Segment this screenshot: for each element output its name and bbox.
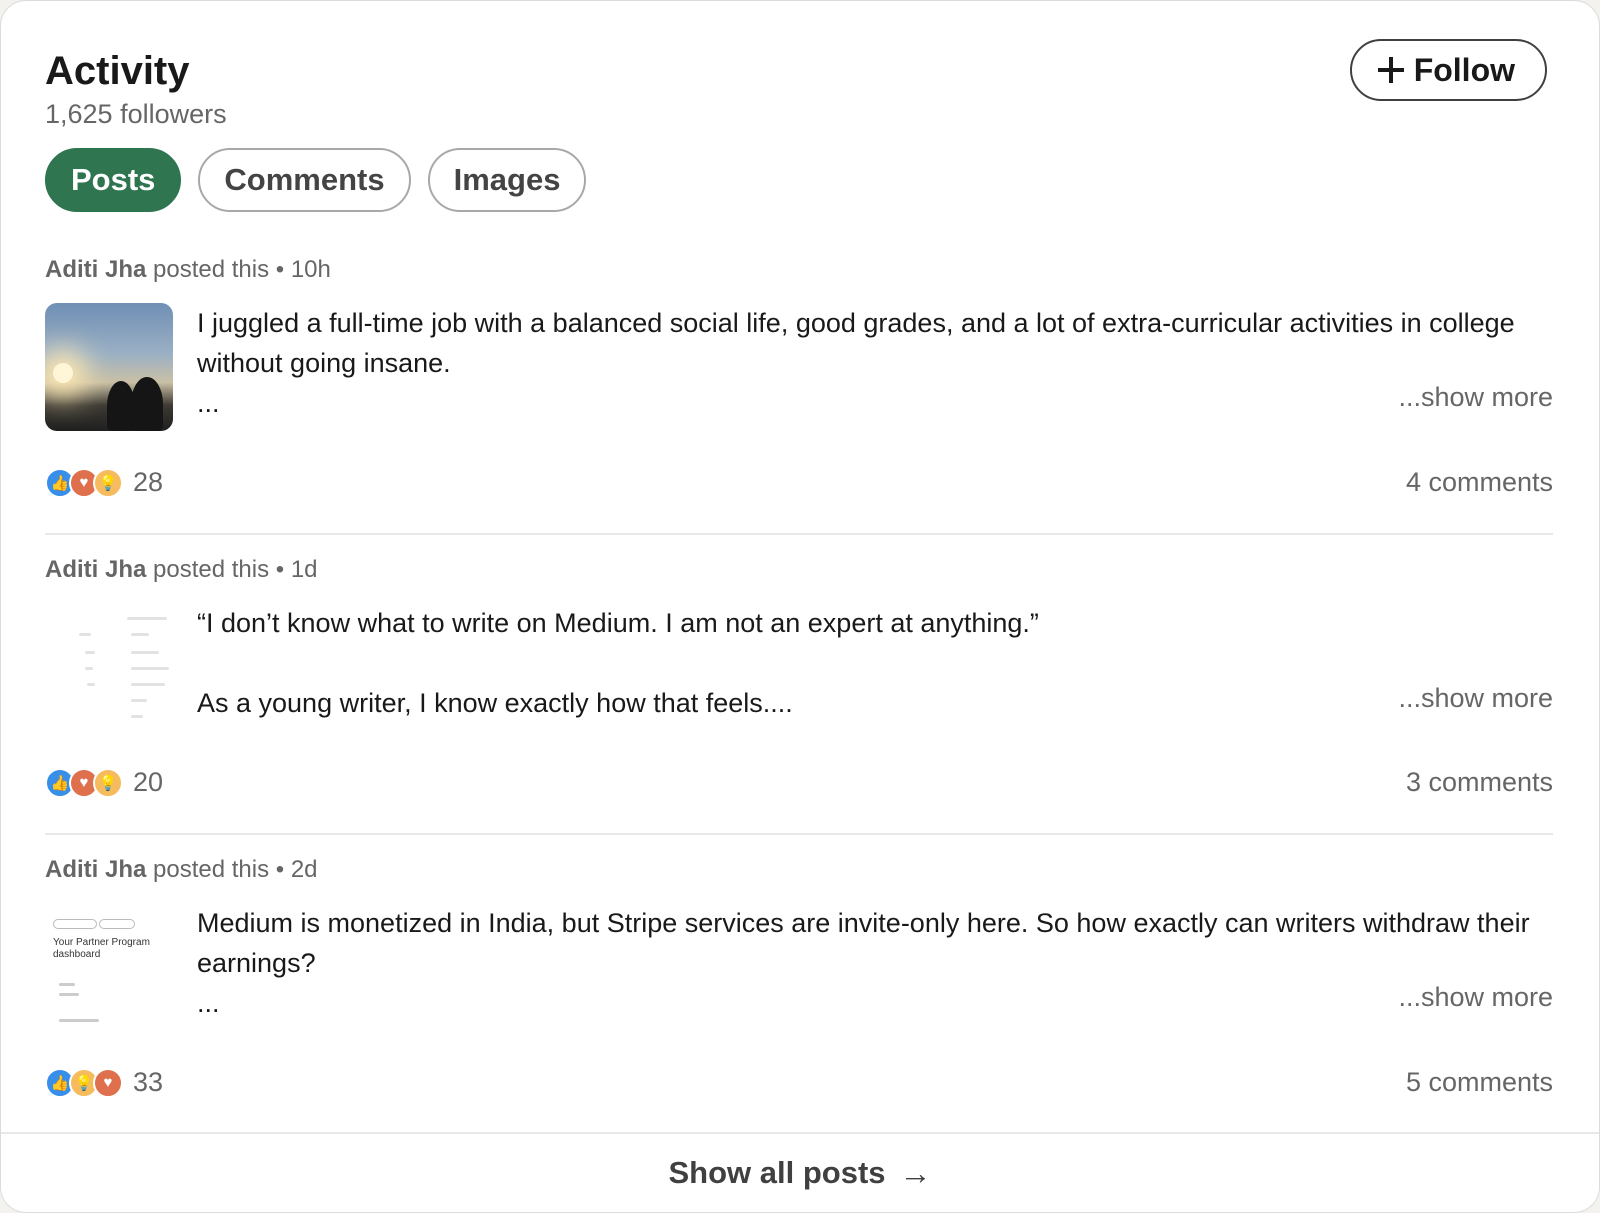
- idea-icon: 💡: [93, 767, 123, 798]
- post-meta: Aditi Jha posted this • 2d: [45, 855, 1553, 885]
- activity-header: Activity 1,625 followers: [45, 47, 227, 130]
- follow-button[interactable]: Follow: [1349, 39, 1547, 101]
- post-text: I juggled a full-time job with a balance…: [197, 303, 1553, 423]
- post-author[interactable]: Aditi Jha: [45, 556, 146, 583]
- followers-count: 1,625 followers: [45, 99, 227, 129]
- post-meta: Aditi Jha posted this • 1d: [45, 555, 1553, 585]
- post-time: • 1d: [275, 556, 318, 583]
- post-ellipsis: ...: [197, 388, 220, 418]
- post-thumbnail-sunset[interactable]: [45, 303, 173, 431]
- divider: [45, 833, 1553, 835]
- reactions-summary[interactable]: 👍 ♥ 💡 28: [45, 467, 163, 498]
- post-text: “I don’t know what to write on Medium. I…: [197, 608, 1039, 718]
- post-meta: Aditi Jha posted this • 10h: [45, 255, 1553, 285]
- post-author[interactable]: Aditi Jha: [45, 256, 146, 283]
- post-ellipsis: ...: [197, 988, 220, 1018]
- show-all-posts-label: Show all posts: [668, 1155, 886, 1190]
- follow-label: Follow: [1413, 51, 1515, 88]
- activity-card: Activity 1,625 followers Follow Posts Co…: [0, 0, 1600, 1213]
- comments-link[interactable]: 5 comments: [1406, 1067, 1553, 1098]
- tab-images[interactable]: Images: [427, 148, 587, 212]
- post-action: posted this: [153, 556, 270, 583]
- divider: [45, 533, 1553, 535]
- reaction-count: 33: [133, 1067, 164, 1097]
- post-author[interactable]: Aditi Jha: [45, 856, 146, 883]
- post-action: posted this: [153, 256, 270, 283]
- post-action: posted this: [153, 856, 270, 883]
- post-thumbnail-dashboard[interactable]: Your Partner Program dashboard: [45, 903, 173, 1031]
- thumbnail-title: Your Partner Program dashboard: [53, 937, 150, 960]
- activity-tabs: Posts Comments Images: [45, 148, 587, 212]
- love-icon: ♥: [93, 1067, 123, 1098]
- post-time: • 2d: [275, 856, 318, 883]
- post-thumbnail-document[interactable]: [45, 603, 173, 731]
- show-all-posts-button[interactable]: Show all posts →: [1, 1132, 1599, 1212]
- post-item[interactable]: Aditi Jha posted this • 10h I juggled a …: [45, 255, 1553, 505]
- show-more-link[interactable]: ...show more: [1398, 382, 1553, 413]
- tab-comments[interactable]: Comments: [198, 148, 411, 212]
- activity-title: Activity: [45, 49, 190, 93]
- plus-icon: [1377, 57, 1404, 83]
- reactions-summary[interactable]: 👍 ♥ 💡 20: [45, 767, 163, 798]
- post-time: • 10h: [275, 256, 331, 283]
- post-text: Medium is monetized in India, but Stripe…: [197, 903, 1553, 1023]
- post-item[interactable]: Aditi Jha posted this • 1d “I don’t know…: [45, 555, 1553, 805]
- arrow-right-icon: →: [899, 1154, 932, 1191]
- idea-icon: 💡: [93, 467, 123, 498]
- reaction-count: 28: [133, 467, 164, 497]
- reactions-summary[interactable]: 👍 💡 ♥ 33: [45, 1067, 163, 1098]
- comments-link[interactable]: 4 comments: [1406, 467, 1553, 498]
- reaction-count: 20: [133, 767, 164, 797]
- show-more-link[interactable]: ...show more: [1398, 982, 1553, 1013]
- post-item[interactable]: Aditi Jha posted this • 2d Your Partner …: [45, 855, 1553, 1105]
- show-more-link[interactable]: ...show more: [1398, 683, 1553, 714]
- comments-link[interactable]: 3 comments: [1406, 767, 1553, 798]
- tab-posts[interactable]: Posts: [45, 148, 182, 212]
